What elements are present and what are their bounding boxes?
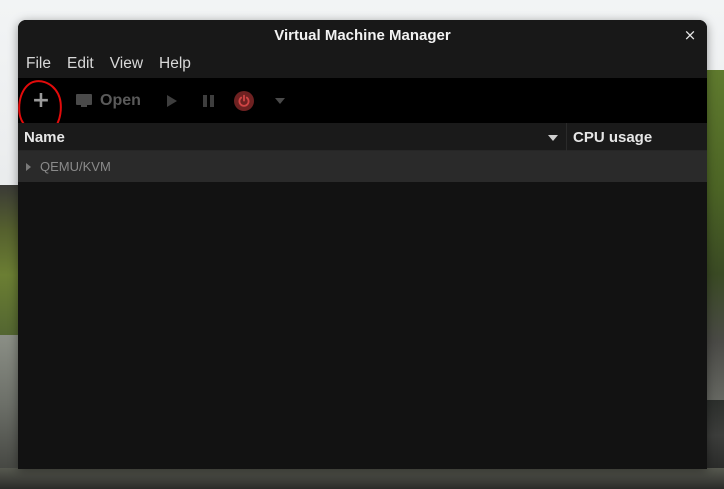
desktop-wallpaper-left-lower	[0, 335, 20, 489]
connection-row-qemu-kvm[interactable]: QEMU/KVM	[18, 151, 707, 182]
monitor-icon	[76, 94, 92, 107]
column-name-label: Name	[24, 128, 65, 146]
open-label: Open	[100, 91, 141, 109]
shutdown-button[interactable]	[232, 78, 256, 123]
column-name[interactable]: Name	[18, 123, 566, 151]
toolbar: + Open	[18, 78, 707, 123]
column-cpu-label: CPU usage	[573, 128, 653, 146]
run-button[interactable]	[162, 78, 182, 123]
vm-list-area[interactable]	[18, 182, 707, 469]
new-vm-button[interactable]: +	[26, 78, 56, 123]
desktop-wallpaper-left	[0, 185, 20, 335]
chevron-down-icon	[275, 97, 285, 104]
sort-chevron-down-icon[interactable]	[548, 135, 558, 141]
virt-manager-window: Virtual Machine Manager × File Edit View…	[18, 20, 707, 469]
expand-arrow-icon[interactable]	[26, 162, 31, 171]
column-cpu-usage[interactable]: CPU usage	[567, 123, 707, 151]
pause-icon	[202, 94, 214, 107]
title-bar[interactable]: Virtual Machine Manager ×	[18, 20, 707, 50]
desktop-wallpaper-bottom	[0, 468, 724, 489]
power-icon	[234, 90, 254, 111]
connection-label: QEMU/KVM	[40, 159, 111, 174]
play-icon	[167, 94, 177, 107]
pause-button[interactable]	[198, 78, 218, 123]
close-icon[interactable]: ×	[681, 26, 699, 44]
menu-help[interactable]: Help	[159, 55, 191, 73]
window-title: Virtual Machine Manager	[274, 26, 451, 44]
menu-bar: File Edit View Help	[18, 50, 707, 78]
plus-icon: +	[31, 88, 51, 113]
menu-edit[interactable]: Edit	[67, 55, 94, 73]
open-button[interactable]: Open	[76, 78, 146, 123]
column-header: Name CPU usage	[18, 123, 707, 151]
menu-view[interactable]: View	[110, 55, 143, 73]
shutdown-menu-button[interactable]	[270, 78, 290, 123]
menu-file[interactable]: File	[26, 55, 51, 73]
